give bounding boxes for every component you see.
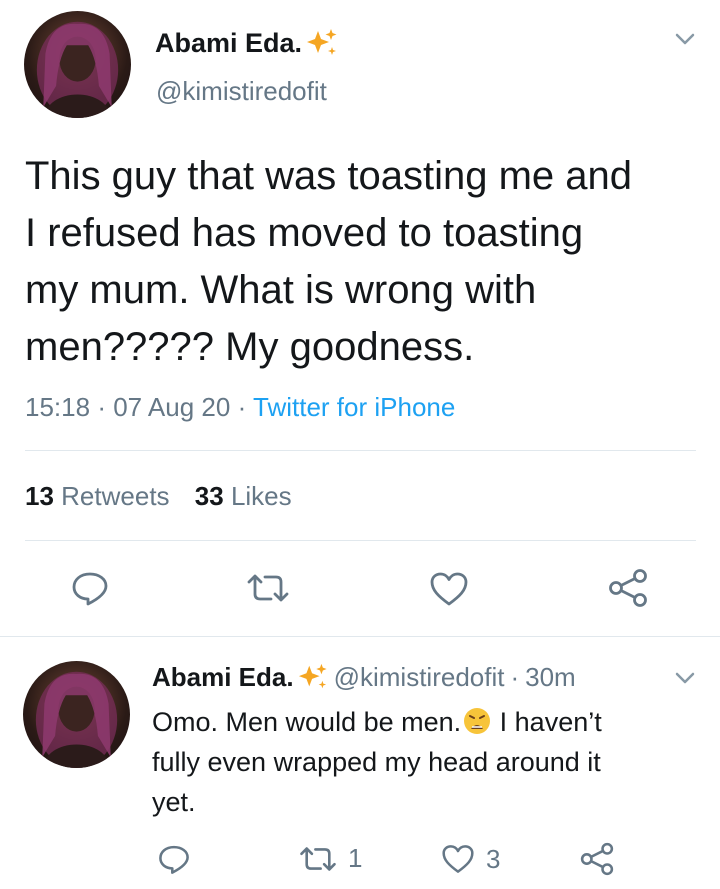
tweet-text-line: my mum. What is wrong with bbox=[25, 268, 537, 312]
tweet-meta: 15:18 · 07 Aug 20 · Twitter for iPhone bbox=[25, 392, 455, 422]
retweet-icon bbox=[247, 574, 289, 602]
retweet-icon bbox=[300, 846, 336, 871]
tweet-text-line: I refused has moved to toasting bbox=[25, 211, 584, 255]
avatar[interactable] bbox=[24, 11, 131, 118]
reply-like-button[interactable]: 3 bbox=[440, 843, 500, 875]
reply-retweet-count: 1 bbox=[348, 843, 363, 873]
meta-separator: · bbox=[97, 392, 106, 422]
divider bbox=[0, 636, 720, 637]
reply-reply-button[interactable] bbox=[157, 843, 191, 875]
heart-icon bbox=[442, 845, 474, 873]
chevron-down-icon[interactable] bbox=[671, 668, 699, 688]
reply-text-line: Omo. Men would be men. I haven’t bbox=[152, 702, 692, 742]
divider bbox=[25, 540, 696, 541]
sparkle-icon bbox=[296, 662, 330, 692]
reply-retweet-button[interactable]: 1 bbox=[298, 843, 362, 874]
reply-text-line: yet. bbox=[152, 787, 196, 817]
chevron-down-icon[interactable] bbox=[671, 29, 699, 49]
meta-separator: · bbox=[510, 662, 520, 692]
retweets-count: 13 bbox=[25, 481, 54, 511]
like-button[interactable] bbox=[428, 570, 470, 608]
reply-icon bbox=[72, 572, 108, 606]
reply-icon bbox=[159, 845, 189, 874]
display-name-text[interactable]: Abami Eda. bbox=[155, 27, 302, 59]
display-name[interactable]: Abami Eda. bbox=[155, 27, 340, 59]
tweet-text-line: men????? My goodness. bbox=[25, 325, 475, 369]
engagement-stats: 13 Retweets 33 Likes bbox=[25, 481, 292, 511]
reply-avatar[interactable] bbox=[23, 661, 130, 768]
tweet-time: 15:18 bbox=[25, 392, 91, 422]
heart-icon bbox=[430, 572, 468, 606]
reply-text-part: I haven’t bbox=[492, 707, 602, 737]
reply-text-line: fully even wrapped my head around it bbox=[152, 747, 601, 777]
meta-separator: · bbox=[237, 392, 247, 422]
share-icon bbox=[609, 569, 647, 607]
retweet-button[interactable] bbox=[245, 572, 291, 604]
reply-like-count: 3 bbox=[486, 843, 501, 874]
reply-handle[interactable]: @kimistiredofit bbox=[334, 661, 505, 693]
reply-display-name[interactable]: Abami Eda. bbox=[152, 661, 294, 693]
reply-text-part: Omo. Men would be men. bbox=[152, 707, 462, 737]
tired-face-emoji bbox=[462, 706, 492, 736]
reply-time[interactable]: 30m bbox=[525, 661, 576, 693]
reply-button[interactable] bbox=[70, 570, 110, 606]
sparkle-icon bbox=[304, 27, 340, 59]
divider bbox=[25, 450, 696, 451]
likes-count: 33 bbox=[194, 481, 224, 511]
tweet-date: 07 Aug 20 bbox=[113, 392, 231, 422]
handle[interactable]: @kimistiredofit bbox=[156, 76, 327, 106]
retweets-label: Retweets bbox=[61, 481, 170, 511]
reply-share-button[interactable] bbox=[578, 842, 616, 876]
reply-text: Omo. Men would be men. I haven’t fully e… bbox=[152, 702, 692, 822]
likes-label: Likes bbox=[230, 481, 292, 511]
share-icon bbox=[580, 842, 614, 876]
tweet-text-line: This guy that was toasting me and bbox=[25, 154, 632, 198]
tweet-text: This guy that was toasting me and I refu… bbox=[25, 148, 632, 376]
retweets-stat[interactable]: 13 Retweets bbox=[25, 481, 177, 511]
tweet-source-link[interactable]: Twitter for iPhone bbox=[253, 392, 455, 422]
likes-stat[interactable]: 33 Likes bbox=[195, 481, 292, 511]
share-button[interactable] bbox=[606, 568, 650, 608]
reply-header: Abami Eda. @kimistiredofit · 30m bbox=[152, 661, 576, 693]
